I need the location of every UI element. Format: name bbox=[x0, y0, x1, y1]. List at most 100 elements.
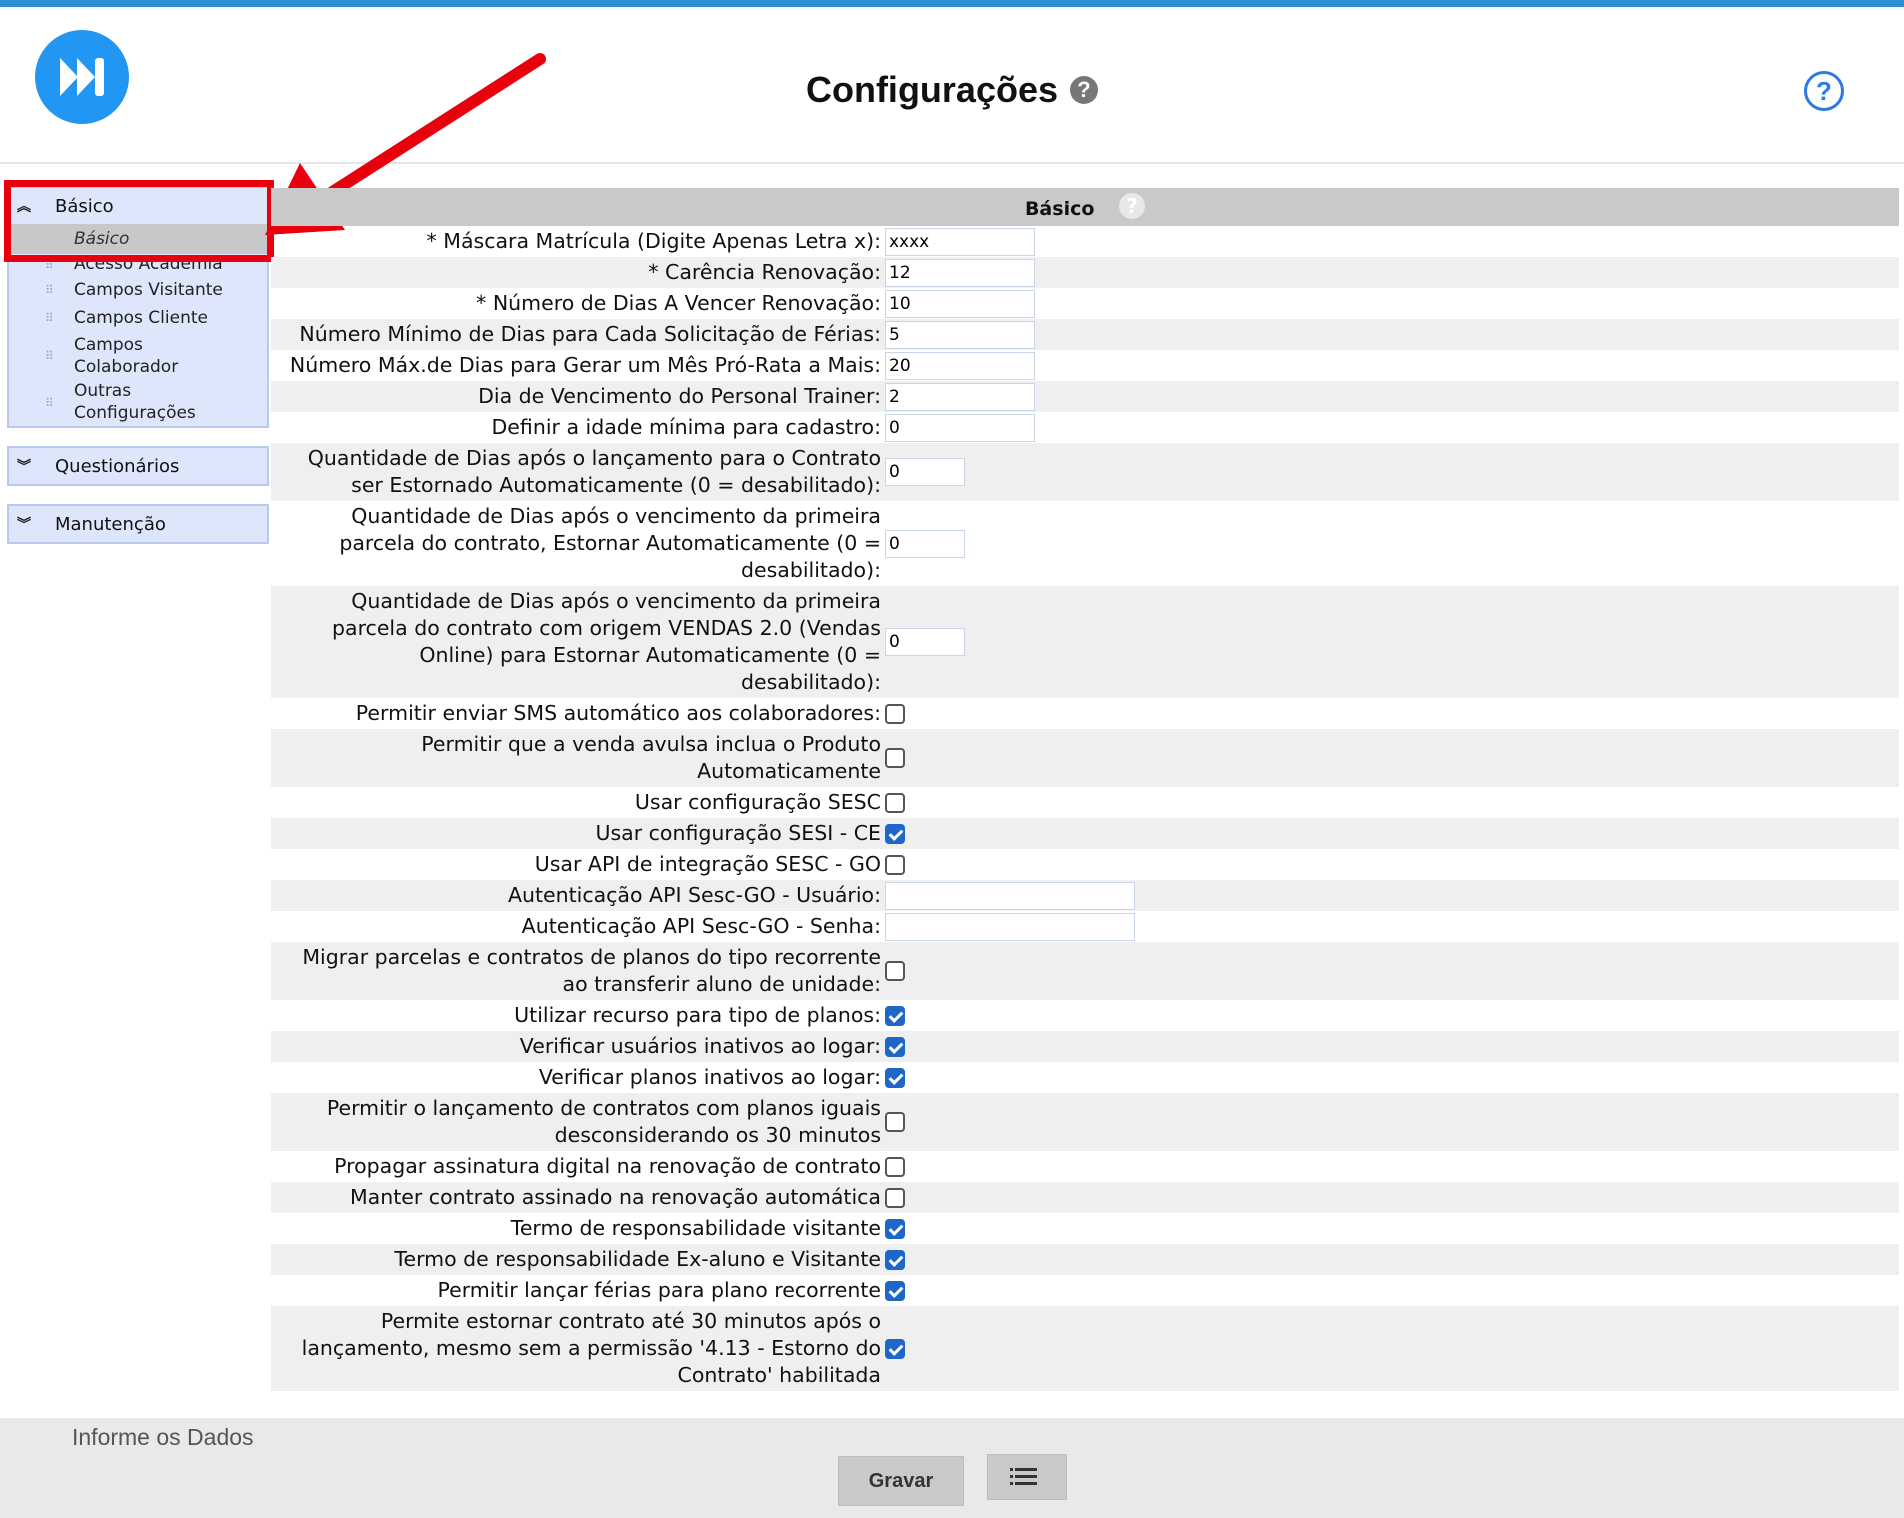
text-field[interactable] bbox=[885, 289, 1035, 318]
text-field[interactable] bbox=[885, 628, 965, 656]
save-button[interactable]: Gravar bbox=[838, 1456, 964, 1506]
text-field[interactable] bbox=[885, 382, 1035, 411]
checkbox[interactable] bbox=[885, 1112, 905, 1132]
sidebar-item-campos-colaborador[interactable]: ⠿ Campos Colaborador bbox=[9, 332, 178, 380]
checkbox[interactable] bbox=[885, 1156, 905, 1177]
drag-handle-icon: ⠿ bbox=[45, 283, 54, 297]
form-row: Manter contrato assinado na renovação au… bbox=[271, 1182, 1899, 1213]
field-label: Quantidade de Dias após o vencimento da … bbox=[332, 589, 881, 694]
help-icon[interactable]: ? bbox=[1804, 71, 1844, 111]
form-row: Usar configuração SESI - CE bbox=[271, 818, 1899, 849]
field-label: Dia de Vencimento do Personal Trainer: bbox=[478, 384, 881, 408]
checkbox-checked[interactable] bbox=[885, 823, 905, 844]
text-field[interactable] bbox=[885, 351, 1035, 380]
checkbox-checked[interactable] bbox=[885, 1280, 905, 1301]
checkbox[interactable] bbox=[885, 961, 905, 981]
form-row: Usar API de integração SESC - GO bbox=[271, 849, 1899, 880]
sidebar-item-campos-cliente[interactable]: ⠿ Campos Cliente bbox=[9, 304, 267, 332]
checkbox[interactable] bbox=[885, 748, 905, 768]
section-title: Básico bbox=[1024, 198, 1095, 220]
drag-handle-icon: ⠿ bbox=[45, 396, 54, 410]
section-header: Básico ? bbox=[271, 188, 1899, 226]
form-row: Verificar planos inativos ao logar: bbox=[271, 1062, 1899, 1093]
form-row: Permitir lançar férias para plano recorr… bbox=[271, 1275, 1899, 1306]
field-control bbox=[885, 912, 1135, 941]
field-control bbox=[885, 1112, 905, 1132]
checkbox-checked[interactable] bbox=[885, 1067, 905, 1088]
form-row: Permitir enviar SMS automático aos colab… bbox=[271, 698, 1899, 729]
field-control bbox=[885, 823, 905, 844]
field-control bbox=[885, 413, 1035, 442]
title-help-icon[interactable]: ? bbox=[1070, 76, 1099, 104]
field-label: Número Máx.de Dias para Gerar um Mês Pró… bbox=[289, 353, 881, 377]
text-field[interactable] bbox=[885, 458, 965, 486]
field-control bbox=[885, 1005, 905, 1026]
checkbox-checked[interactable] bbox=[885, 1249, 905, 1270]
sidebar-panel-header-manutencao[interactable]: ︾ Manutenção bbox=[9, 506, 267, 542]
form-row: Termo de responsabilidade Ex-aluno e Vis… bbox=[271, 1244, 1899, 1275]
field-control bbox=[885, 1338, 905, 1359]
form-row: Migrar parcelas e contratos de planos do… bbox=[271, 942, 1899, 1000]
checkbox-checked[interactable] bbox=[885, 1218, 905, 1239]
field-label: * Máscara Matrícula (Digite Apenas Letra… bbox=[426, 229, 882, 253]
list-button[interactable] bbox=[987, 1454, 1067, 1500]
field-label: Termo de responsabilidade Ex-aluno e Vis… bbox=[394, 1247, 881, 1271]
section-help-icon[interactable]: ? bbox=[1119, 193, 1146, 219]
field-control bbox=[885, 748, 905, 768]
field-label: Termo de responsabilidade visitante bbox=[510, 1216, 881, 1240]
form-row: Utilizar recurso para tipo de planos: bbox=[271, 1000, 1899, 1031]
text-field[interactable] bbox=[885, 413, 1035, 442]
text-field[interactable] bbox=[885, 881, 1135, 910]
field-control bbox=[885, 529, 965, 558]
form-row: * Número de Dias A Vencer Renovação: bbox=[271, 288, 1899, 319]
field-label: Definir a idade mínima para cadastro: bbox=[491, 415, 881, 439]
footer-bar: Informe os Dados Gravar bbox=[0, 1418, 1904, 1518]
form-row: Quantidade de Dias após o lançamento par… bbox=[271, 443, 1899, 501]
field-control bbox=[885, 227, 1035, 256]
form-row: Quantidade de Dias após o vencimento da … bbox=[271, 501, 1899, 586]
text-field[interactable] bbox=[885, 258, 1035, 287]
field-control bbox=[885, 1036, 905, 1057]
sidebar-panel-header-questionarios[interactable]: ︾ Questionários bbox=[9, 448, 267, 484]
checkbox-checked[interactable] bbox=[885, 1005, 905, 1026]
field-control bbox=[885, 961, 905, 981]
page-title-text: Configurações bbox=[805, 69, 1059, 110]
checkbox[interactable] bbox=[885, 1187, 905, 1208]
form-row: * Máscara Matrícula (Digite Apenas Letra… bbox=[271, 226, 1899, 257]
checkbox[interactable] bbox=[885, 703, 905, 724]
sidebar-item-outras-configuracoes[interactable]: ⠿ Outras Configurações bbox=[9, 380, 196, 426]
text-field[interactable] bbox=[885, 320, 1035, 349]
field-control bbox=[885, 1187, 905, 1208]
form-row: Permite estornar contrato até 30 minutos… bbox=[271, 1306, 1899, 1391]
field-label: Usar configuração SESC bbox=[634, 790, 881, 814]
field-label: Quantidade de Dias após o vencimento da … bbox=[339, 504, 881, 582]
sidebar-item-label: Campos Cliente bbox=[74, 308, 208, 328]
text-field[interactable] bbox=[885, 912, 1135, 941]
checkbox[interactable] bbox=[885, 792, 905, 813]
annotation-highlight-box bbox=[4, 180, 274, 262]
text-field[interactable] bbox=[885, 227, 1035, 256]
field-label: Usar configuração SESI - CE bbox=[595, 821, 881, 845]
field-control bbox=[885, 289, 1035, 318]
form-row: Permitir o lançamento de contratos com p… bbox=[271, 1093, 1899, 1151]
field-label: Autenticação API Sesc-GO - Usuário: bbox=[507, 883, 881, 907]
form-row: Usar configuração SESC bbox=[271, 787, 1899, 818]
field-control bbox=[885, 881, 1135, 910]
sidebar-item-label: Campos Colaborador bbox=[74, 335, 179, 377]
checkbox[interactable] bbox=[885, 854, 905, 875]
sidebar-panel-label: Manutenção bbox=[55, 513, 166, 535]
sidebar-panel-questionarios: ︾ Questionários bbox=[7, 446, 269, 486]
text-field[interactable] bbox=[885, 529, 965, 558]
sidebar-item-campos-visitante[interactable]: ⠿ Campos Visitante bbox=[9, 276, 267, 304]
field-label: Permitir lançar férias para plano recorr… bbox=[437, 1278, 881, 1302]
field-label: Permitir enviar SMS automático aos colab… bbox=[355, 701, 881, 725]
drag-handle-icon: ⠿ bbox=[45, 349, 54, 363]
sidebar-item-label: Outras Configurações bbox=[74, 381, 196, 423]
checkbox-checked[interactable] bbox=[885, 1036, 905, 1057]
chevron-down-icon: ︾ bbox=[17, 459, 31, 475]
checkbox-checked[interactable] bbox=[885, 1338, 905, 1359]
form-row: Propagar assinatura digital na renovação… bbox=[271, 1151, 1899, 1182]
field-label: Propagar assinatura digital na renovação… bbox=[334, 1154, 881, 1178]
form-row: Autenticação API Sesc-GO - Usuário: bbox=[271, 880, 1899, 911]
field-label: Permite estornar contrato até 30 minutos… bbox=[301, 1309, 881, 1387]
